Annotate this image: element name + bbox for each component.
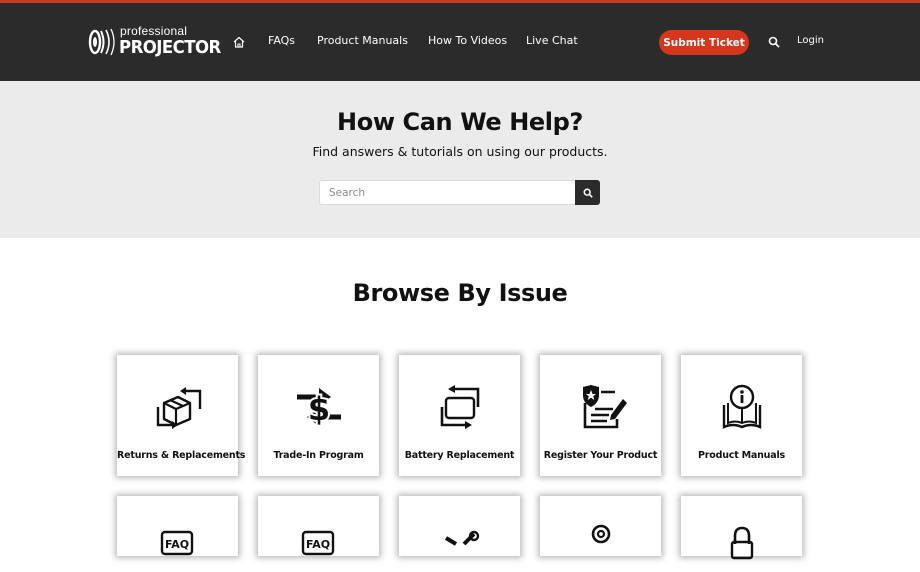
- card-label: Battery Replacement: [404, 450, 515, 461]
- svg-text:$: $: [307, 390, 329, 428]
- nav-how-to-videos[interactable]: How To Videos: [428, 34, 507, 47]
- card-label: Register Your Product: [543, 450, 658, 461]
- location-pin-icon: [591, 524, 610, 544]
- search-input[interactable]: [319, 180, 575, 205]
- faq-icon: FAQ: [301, 530, 334, 556]
- battery-swap-icon: [440, 385, 479, 429]
- card-location[interactable]: [540, 496, 661, 556]
- hero-subtitle: Find answers & tutorials on using our pr…: [312, 144, 608, 159]
- nav-product-manuals[interactable]: Product Manuals: [317, 34, 408, 47]
- lens-logo-icon: [88, 28, 115, 56]
- card-faq-2[interactable]: FAQ: [258, 496, 379, 556]
- site-header: professional PROJECTOR FAQs Product Manu…: [0, 3, 920, 81]
- card-label: Trade-In Program: [273, 450, 364, 461]
- logo-text-small: professional: [120, 24, 188, 38]
- card-product-manuals[interactable]: Product Manuals: [681, 355, 802, 476]
- card-label: Returns & Replacements: [117, 450, 246, 461]
- nav-live-chat[interactable]: Live Chat: [526, 34, 578, 47]
- card-security[interactable]: [681, 496, 802, 560]
- card-trade-in-program[interactable]: $ $ Trade-In Program: [258, 355, 379, 476]
- submit-ticket-button[interactable]: Submit Ticket: [659, 30, 749, 55]
- search-icon: [583, 188, 593, 198]
- card-register-product[interactable]: Register Your Product: [540, 355, 661, 476]
- nav-faqs[interactable]: FAQs: [268, 34, 295, 47]
- card-returns-replacements[interactable]: Returns & Replacements: [117, 355, 246, 476]
- login-link[interactable]: Login: [797, 35, 824, 46]
- dollar-exchange-icon: $ $: [296, 388, 341, 430]
- card-faq[interactable]: FAQ: [117, 496, 238, 556]
- card-tools[interactable]: [399, 496, 520, 556]
- faq-icon: FAQ: [160, 530, 193, 556]
- tools-icon: [444, 530, 479, 546]
- lock-icon: [730, 526, 753, 560]
- register-form-icon: [582, 385, 627, 429]
- browse-title: Browse By Issue: [352, 279, 568, 307]
- brand-logo[interactable]: professional PROJECTOR: [88, 21, 221, 65]
- hero-title: How Can We Help?: [337, 108, 583, 136]
- hero-section: How Can We Help? Find answers & tutorial…: [0, 81, 920, 238]
- logo-text-big: PROJECTOR: [119, 37, 221, 58]
- card-battery-replacement[interactable]: Battery Replacement: [399, 355, 520, 476]
- box-return-icon: [156, 387, 201, 429]
- search-submit-button[interactable]: [575, 180, 600, 205]
- manual-book-icon: [722, 384, 761, 429]
- home-icon[interactable]: [232, 35, 246, 49]
- card-label: Product Manuals: [698, 450, 785, 461]
- search-icon[interactable]: [768, 36, 780, 48]
